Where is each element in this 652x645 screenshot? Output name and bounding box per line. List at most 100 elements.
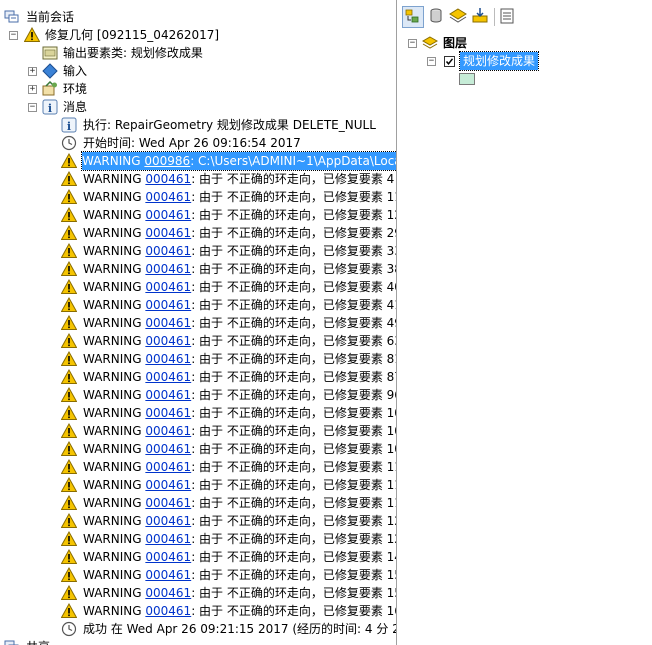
warning-code-link[interactable]: 000461 [145,478,191,492]
message-exec[interactable]: i 执行: RepairGeometry 规划修改成果 DELETE_NULL [0,116,396,134]
start-text: 开始时间: Wed Apr 26 09:16:54 2017 [83,136,301,150]
warning-row[interactable]: WARNING 000461: 由于 不正确的环走向，已修复要素 87 [0,368,396,386]
session-icon [4,10,19,23]
warning-row[interactable]: WARNING 000461: 由于 不正确的环走向，已修复要素 41 [0,296,396,314]
warning-row[interactable]: WARNING 000461: 由于 不正确的环走向，已修复要素 160 [0,602,396,620]
info-icon: i [42,99,58,115]
selected-warning-text[interactable]: WARNING 000986: C:\Users\ADMINI~1\AppDat… [80,151,396,171]
selection-icon [472,8,488,23]
warning-icon [61,603,77,618]
warning-row[interactable]: WARNING 000461: 由于 不正确的环走向，已修复要素 63 [0,332,396,350]
warning-code-link[interactable]: 000986 [144,154,190,168]
warning-code-link[interactable]: 000461 [145,334,191,348]
warning-row-selected[interactable]: WARNING 000986: C:\Users\ADMINI~1\AppDat… [0,151,396,171]
warning-icon [61,459,77,474]
warning-row[interactable]: WARNING 000461: 由于 不正确的环走向，已修复要素 145 [0,548,396,566]
tree-shared[interactable]: 共享 [0,638,396,645]
warning-code-link[interactable]: 000461 [145,388,191,402]
warning-row[interactable]: WARNING 000461: 由于 不正确的环走向，已修复要素 115 [0,494,396,512]
environment-icon [42,81,57,96]
warning-code-link[interactable]: 000461 [145,352,191,366]
warning-row[interactable]: WARNING 000461: 由于 不正确的环走向，已修复要素 106 [0,440,396,458]
expand-toggle[interactable]: + [28,67,37,76]
warning-code-link[interactable]: 000461 [145,550,191,564]
warning-code-link[interactable]: 000461 [145,406,191,420]
warning-code-link[interactable]: 000461 [145,424,191,438]
tree-output[interactable]: 输出要素类: 规划修改成果 [0,44,396,62]
warning-row[interactable]: WARNING 000461: 由于 不正确的环走向，已修复要素 38 [0,260,396,278]
warning-code-link[interactable]: 000461 [145,280,191,294]
warning-row[interactable]: WARNING 000461: 由于 不正确的环走向，已修复要素 29 [0,224,396,242]
toc-layers-group[interactable]: − 图层 [398,34,652,52]
warning-code-link[interactable]: 000461 [145,514,191,528]
warning-code-link[interactable]: 000461 [145,460,191,474]
tree-messages[interactable]: − i 消息 [0,98,396,116]
warning-code-link[interactable]: 000461 [145,532,191,546]
warning-row[interactable]: WARNING 000461: 由于 不正确的环走向，已修复要素 11 [0,188,396,206]
tree-environment[interactable]: + 环境 [0,80,396,98]
warning-code-link[interactable]: 000461 [145,190,191,204]
warning-code-link[interactable]: 000461 [145,208,191,222]
tree-root[interactable]: 当前会话 [0,8,396,26]
warning-row[interactable]: WARNING 000461: 由于 不正确的环走向，已修复要素 96 [0,386,396,404]
warning-row[interactable]: WARNING 000461: 由于 不正确的环走向，已修复要素 110 [0,458,396,476]
warning-row[interactable]: WARNING 000461: 由于 不正确的环走向，已修复要素 12 [0,206,396,224]
list-by-drawing-order-button[interactable] [402,6,424,28]
layer-visibility-checkbox[interactable] [444,56,455,67]
environment-label: 环境 [63,82,88,96]
list-by-selection-button[interactable] [470,6,492,28]
collapse-toggle[interactable]: − [427,57,436,66]
warning-text: WARNING 000461: 由于 不正确的环走向，已修复要素 63 [83,334,397,348]
warning-code-link[interactable]: 000461 [145,316,191,330]
warning-icon [61,351,77,366]
warning-row[interactable]: WARNING 000461: 由于 不正确的环走向，已修复要素 4 [0,170,396,188]
drawing-order-icon [405,9,419,23]
database-icon [430,8,442,23]
info-icon: i [61,117,77,133]
warning-row[interactable]: WARNING 000461: 由于 不正确的环走向，已修复要素 126 [0,530,396,548]
warning-code-link[interactable]: 000461 [145,604,191,618]
warning-code-link[interactable]: 000461 [145,298,191,312]
warning-code-link[interactable]: 000461 [145,442,191,456]
warning-row[interactable]: WARNING 000461: 由于 不正确的环走向，已修复要素 102 [0,422,396,440]
warning-icon [61,387,77,402]
expand-toggle[interactable]: + [28,85,37,94]
warning-code-link[interactable]: 000461 [145,244,191,258]
input-label: 输入 [63,64,88,78]
shared-icon [4,640,19,645]
warning-code-link[interactable]: 000461 [145,496,191,510]
collapse-toggle[interactable]: − [9,31,18,40]
collapse-toggle[interactable]: − [28,103,37,112]
toc-layer-item[interactable]: − 规划修改成果 [398,51,652,71]
warning-row[interactable]: WARNING 000461: 由于 不正确的环走向，已修复要素 49 [0,314,396,332]
warning-code-link[interactable]: 000461 [145,586,191,600]
warning-row[interactable]: WARNING 000461: 由于 不正确的环走向，已修复要素 33 [0,242,396,260]
warning-code-link[interactable]: 000461 [145,262,191,276]
shared-label: 共享 [26,638,50,645]
clock-icon [61,621,77,637]
layer-symbol-swatch[interactable] [459,73,475,85]
warning-row[interactable]: WARNING 000461: 由于 不正确的环走向，已修复要素 101 [0,404,396,422]
warning-code-link[interactable]: 000461 [145,370,191,384]
toc-layer-name[interactable]: 规划修改成果 [458,51,540,71]
list-by-visibility-button[interactable] [448,6,470,28]
message-start[interactable]: 开始时间: Wed Apr 26 09:16:54 2017 [0,134,396,152]
message-success[interactable]: 成功 在 Wed Apr 26 09:21:15 2017 (经历的时间: 4 … [0,620,396,638]
warning-code-link[interactable]: 000461 [145,226,191,240]
list-by-source-button[interactable] [426,6,448,28]
warning-code-link[interactable]: 000461 [145,172,191,186]
warning-row[interactable]: WARNING 000461: 由于 不正确的环走向，已修复要素 123 [0,512,396,530]
warning-text: WARNING 000461: 由于 不正确的环走向，已修复要素 126 [83,532,397,546]
warning-row[interactable]: WARNING 000461: 由于 不正确的环走向，已修复要素 154 [0,566,396,584]
warning-row[interactable]: WARNING 000461: 由于 不正确的环走向，已修复要素 112 [0,476,396,494]
collapse-toggle[interactable]: − [408,39,417,48]
warning-code-link[interactable]: 000461 [145,568,191,582]
tree-task[interactable]: − 修复几何 [092115_04262017] [0,26,396,44]
warning-text: WARNING 000461: 由于 不正确的环走向，已修复要素 112 [83,478,397,492]
warning-row[interactable]: WARNING 000461: 由于 不正确的环走向，已修复要素 40 [0,278,396,296]
tree-input[interactable]: + 输入 [0,62,396,80]
warning-row[interactable]: WARNING 000461: 由于 不正确的环走向，已修复要素 157 [0,584,396,602]
options-button[interactable] [497,6,519,28]
warning-row[interactable]: WARNING 000461: 由于 不正确的环走向，已修复要素 81 [0,350,396,368]
exec-text: 执行: RepairGeometry 规划修改成果 DELETE_NULL [83,118,376,132]
